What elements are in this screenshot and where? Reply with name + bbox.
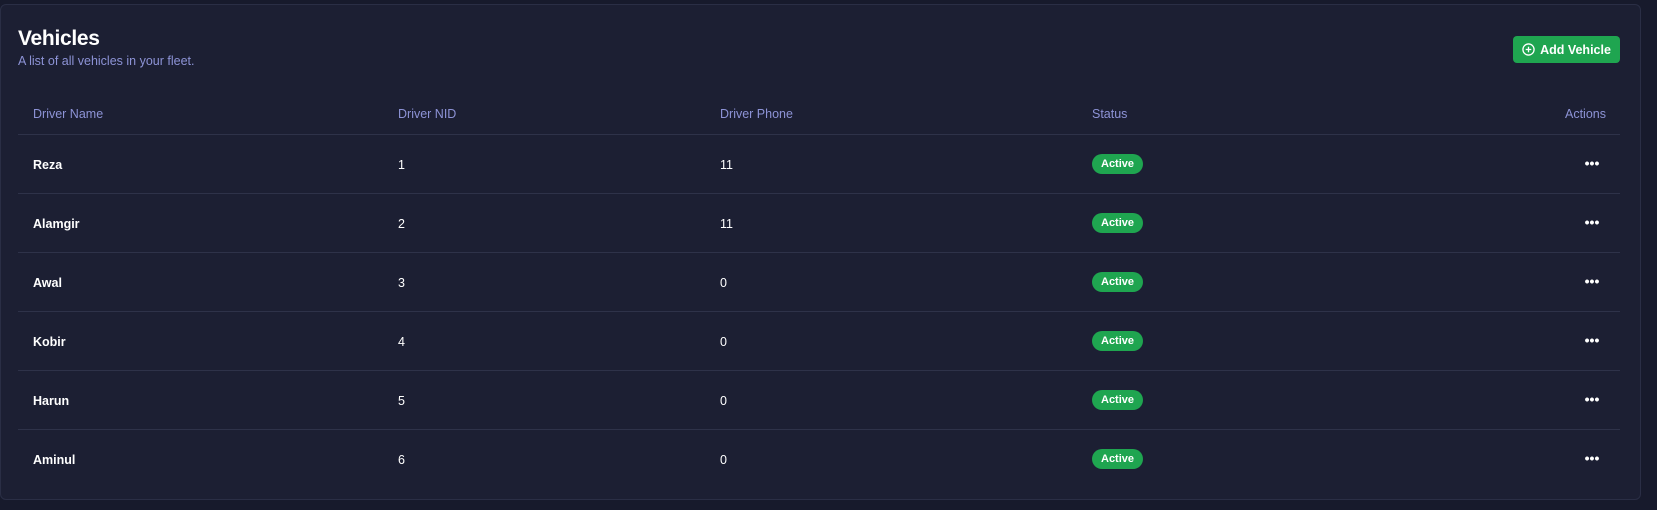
add-vehicle-button[interactable]: Add Vehicle — [1513, 36, 1620, 63]
driver-nid-cell: 2 — [398, 217, 405, 231]
table-row: Alamgir 2 11 Active ••• — [18, 194, 1620, 253]
driver-phone-cell: 0 — [720, 335, 727, 349]
more-horizontal-icon[interactable]: ••• — [1584, 450, 1600, 466]
driver-name-cell: Alamgir — [33, 217, 80, 231]
table-row: Awal 3 0 Active ••• — [18, 253, 1620, 312]
driver-phone-cell: 11 — [720, 158, 733, 172]
more-horizontal-icon[interactable]: ••• — [1584, 155, 1600, 171]
more-horizontal-icon[interactable]: ••• — [1584, 332, 1600, 348]
table-row: Harun 5 0 Active ••• — [18, 371, 1620, 430]
status-badge: Active — [1092, 449, 1144, 469]
column-header-status: Status — [1092, 107, 1128, 121]
driver-name-cell: Aminul — [33, 453, 76, 467]
driver-nid-cell: 1 — [398, 158, 405, 172]
driver-name-cell: Harun — [33, 394, 70, 408]
column-header-driver-nid: Driver NID — [398, 107, 457, 121]
more-horizontal-icon[interactable]: ••• — [1584, 273, 1600, 289]
table-row: Aminul 6 0 Active ••• — [18, 430, 1620, 488]
more-horizontal-icon[interactable]: ••• — [1584, 391, 1600, 407]
add-vehicle-label: Add Vehicle — [1540, 42, 1611, 57]
status-badge: Active — [1092, 154, 1144, 174]
driver-nid-cell: 3 — [398, 276, 405, 290]
status-badge: Active — [1092, 272, 1144, 292]
table-row: Reza 1 11 Active ••• — [18, 135, 1620, 194]
driver-name-cell: Awal — [33, 276, 62, 290]
column-header-driver-name: Driver Name — [33, 107, 104, 121]
driver-name-cell: Kobir — [33, 335, 66, 349]
driver-nid-cell: 6 — [398, 453, 405, 467]
column-header-driver-phone: Driver Phone — [720, 107, 793, 121]
more-horizontal-icon[interactable]: ••• — [1584, 214, 1600, 230]
driver-nid-cell: 5 — [398, 394, 405, 408]
driver-phone-cell: 0 — [720, 453, 727, 467]
table-header: Driver Name Driver NID Driver Phone Stat… — [18, 93, 1620, 135]
driver-nid-cell: 4 — [398, 335, 405, 349]
column-header-actions: Actions — [1565, 107, 1606, 121]
driver-phone-cell: 11 — [720, 217, 733, 231]
table-row: Kobir 4 0 Active ••• — [18, 312, 1620, 371]
status-badge: Active — [1092, 390, 1144, 410]
driver-phone-cell: 0 — [720, 394, 727, 408]
status-badge: Active — [1092, 213, 1144, 233]
vehicles-table: Driver Name Driver NID Driver Phone Stat… — [18, 93, 1620, 488]
driver-name-cell: Reza — [33, 158, 63, 172]
plus-circle-icon — [1522, 43, 1535, 56]
driver-phone-cell: 0 — [720, 276, 727, 290]
page-title: Vehicles — [18, 27, 100, 50]
vehicles-card: Vehicles A list of all vehicles in your … — [0, 4, 1641, 500]
status-badge: Active — [1092, 331, 1144, 351]
page-subtitle: A list of all vehicles in your fleet. — [18, 54, 195, 68]
